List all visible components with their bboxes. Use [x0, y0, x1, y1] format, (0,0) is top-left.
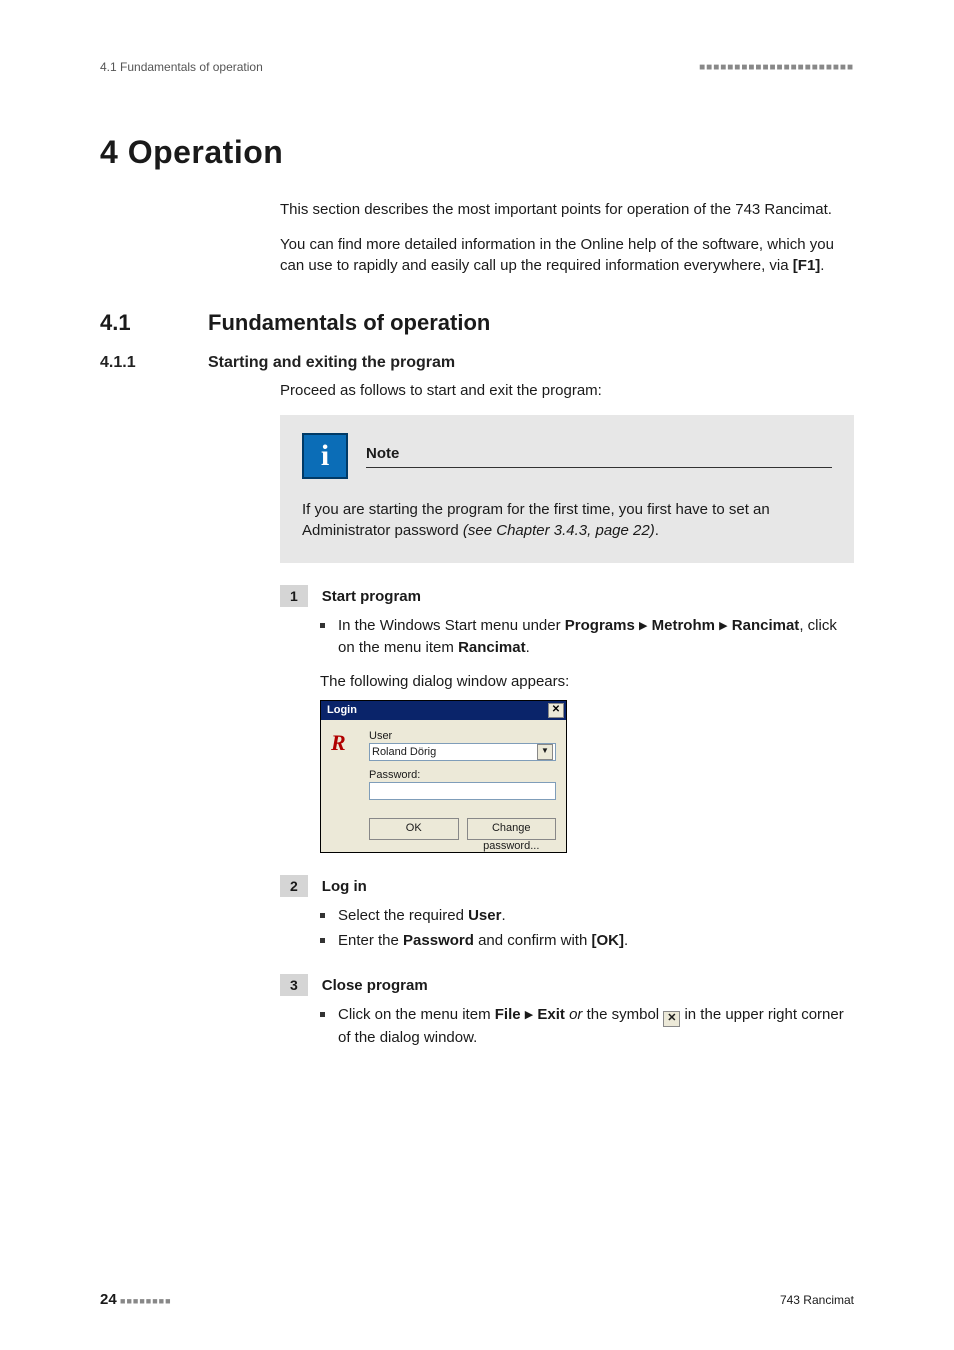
step-title: Close program	[322, 977, 428, 994]
header-left-text: 4.1 Fundamentals of operation	[100, 60, 263, 74]
section-heading: 4.1 Fundamentals of operation	[100, 310, 854, 336]
close-icon[interactable]: ✕	[548, 703, 564, 718]
header-dashes: ■■■■■■■■■■■■■■■■■■■■■■	[699, 62, 854, 73]
list-item: In the Windows Start menu under Programs…	[320, 615, 854, 659]
step-number: 1	[280, 585, 308, 607]
section-title: Fundamentals of operation	[208, 310, 490, 336]
user-label: User	[369, 730, 556, 742]
footer-right: 743 Rancimat	[780, 1293, 854, 1307]
note-title: Note	[366, 445, 399, 462]
chapter-heading: 4 Operation	[100, 134, 854, 171]
list-item: Select the required User.	[320, 905, 854, 927]
app-icon: R	[331, 730, 359, 758]
change-password-button[interactable]: Change password...	[467, 818, 557, 840]
password-input[interactable]	[369, 782, 556, 800]
intro-paragraph-2: You can find more detailed information i…	[280, 234, 854, 276]
login-dialog: Login ✕ R User Roland Dörig ▼ Password:	[320, 700, 567, 853]
list-item: Click on the menu item File ▶ Exit or th…	[320, 1004, 854, 1049]
user-select[interactable]: Roland Dörig ▼	[369, 743, 556, 761]
subsection-heading: 4.1.1 Starting and exiting the program	[100, 354, 854, 372]
dialog-titlebar: Login ✕	[321, 701, 566, 720]
chevron-right-icon: ▶	[719, 620, 727, 632]
dialog-title: Login	[327, 704, 357, 716]
step-3: 3 Close program Click on the menu item F…	[280, 974, 854, 1049]
chevron-right-icon: ▶	[639, 620, 647, 632]
step-title: Start program	[322, 588, 421, 605]
page-header: 4.1 Fundamentals of operation ■■■■■■■■■■…	[100, 60, 854, 74]
subsection-lead: Proceed as follows to start and exit the…	[280, 380, 854, 401]
close-icon: ✕	[663, 1011, 680, 1027]
step-number: 3	[280, 974, 308, 996]
page-number: 24	[100, 1291, 117, 1308]
intro-paragraph-1: This section describes the most importan…	[280, 199, 854, 220]
step-2: 2 Log in Select the required User. Enter…	[280, 875, 854, 953]
step1-after-text: The following dialog window appears:	[320, 673, 854, 690]
step-title: Log in	[322, 878, 367, 895]
list-item: Enter the Password and confirm with [OK]…	[320, 930, 854, 952]
section-number: 4.1	[100, 310, 160, 336]
password-label: Password:	[369, 769, 556, 781]
subsection-title: Starting and exiting the program	[208, 354, 455, 372]
note-box: i Note If you are starting the program f…	[280, 415, 854, 563]
step-number: 2	[280, 875, 308, 897]
footer-dashes: ■■■■■■■■	[120, 1296, 172, 1306]
user-select-value: Roland Dörig	[372, 746, 436, 758]
ok-button[interactable]: OK	[369, 818, 459, 840]
chevron-down-icon[interactable]: ▼	[537, 744, 553, 760]
subsection-number: 4.1.1	[100, 354, 160, 372]
note-text: If you are starting the program for the …	[302, 499, 832, 541]
chevron-right-icon: ▶	[525, 1009, 533, 1021]
step-1: 1 Start program In the Windows Start men…	[280, 585, 854, 853]
info-icon: i	[302, 433, 348, 479]
page-footer: 24 ■■■■■■■■ 743 Rancimat	[100, 1291, 854, 1308]
